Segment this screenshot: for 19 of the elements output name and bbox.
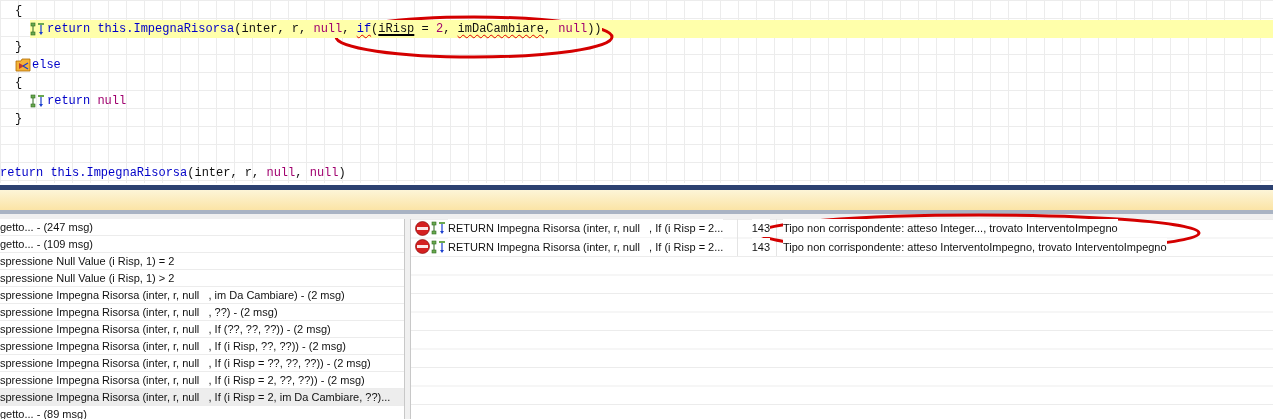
- statement-icon: [431, 221, 447, 236]
- statement-icon: [30, 22, 46, 36]
- tree-item[interactable]: spressione Impegna Risorsa (inter, r, null , If (i Risp = 2, im Da Cambiare, ??)...: [0, 389, 404, 406]
- code-line: {: [15, 75, 23, 92]
- message-cell: Tipo non corrispondente: atteso InterventoImpegno, trovato InterventoImpegno: [783, 237, 1167, 256]
- code-line: }: [15, 111, 23, 128]
- statement-cell: RETURN Impegna Risorsa (inter, r, null , If (i Risp = 2...: [448, 237, 724, 256]
- branch-icon: [15, 58, 31, 72]
- code-line: else: [32, 57, 61, 74]
- statement-icon: [30, 94, 46, 108]
- code-line: return null: [47, 93, 127, 110]
- code-line: return this.ImpegnaRisorsa(inter, r, null, null): [0, 165, 346, 182]
- stop-icon: [415, 239, 430, 255]
- code-editor[interactable]: { return this.ImpegnaRisorsa(inter, r, null, if(iRisp = 2, imDaCambiare, null)) } else { return null } return this.ImpegnaRisorsa(inter, r, null, null): [0, 0, 1273, 183]
- code-line: }: [15, 39, 23, 56]
- code-line: {: [15, 3, 23, 20]
- splitter-bar[interactable]: [0, 185, 1273, 190]
- statement-icon: [431, 239, 447, 254]
- line-number-cell: 143: [751, 219, 770, 238]
